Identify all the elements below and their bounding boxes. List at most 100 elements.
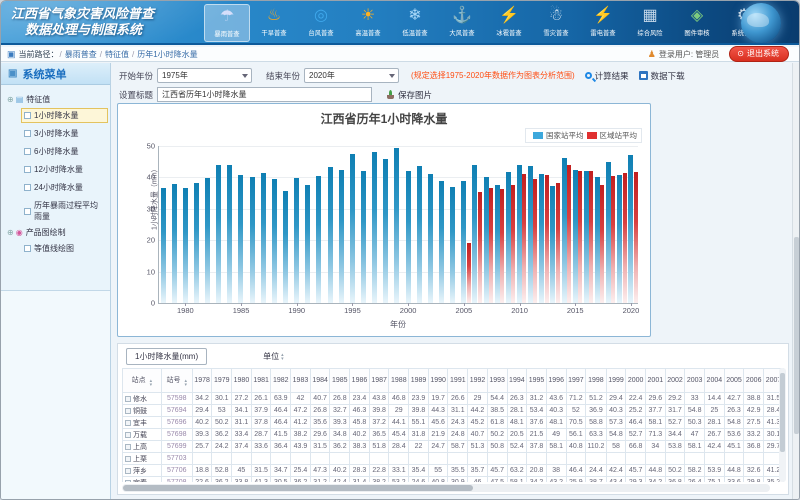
row-select-icon[interactable] xyxy=(125,468,131,474)
col-year[interactable]: 1981 xyxy=(251,369,271,393)
col-year[interactable]: 2003 xyxy=(685,369,705,393)
station-name-cell[interactable]: 万载 xyxy=(123,429,162,441)
row-select-icon[interactable] xyxy=(125,420,131,426)
col-year[interactable]: 1990 xyxy=(428,369,448,393)
col-year[interactable]: 1980 xyxy=(232,369,252,393)
table-row[interactable]: 万载5769839.336.233.428.741.538.229.634.84… xyxy=(123,429,784,441)
expand-icon[interactable]: ⊕ xyxy=(7,228,14,237)
table-row[interactable]: 宜丰5769640.250.231.137.846.441.235.639.34… xyxy=(123,417,784,429)
station-name-cell[interactable]: 上栗 xyxy=(123,453,162,465)
chart-title-input[interactable] xyxy=(157,87,372,102)
col-year[interactable]: 1992 xyxy=(468,369,488,393)
col-year[interactable]: 2006 xyxy=(744,369,764,393)
logout-button[interactable]: ⊙ 退出系统 xyxy=(729,46,789,62)
tree-item[interactable]: 等值线绘图 xyxy=(21,241,108,256)
table-row[interactable]: 上栗57703 xyxy=(123,453,784,465)
toolbar-item-high-temp[interactable]: ☀高温普查 xyxy=(345,4,391,42)
breadcrumb-item[interactable]: 暴雨普查 xyxy=(65,50,97,59)
value-cell: 28.3 xyxy=(350,465,370,477)
col-year[interactable]: 1984 xyxy=(310,369,330,393)
col-year[interactable]: 1998 xyxy=(586,369,606,393)
col-year[interactable]: 1995 xyxy=(527,369,547,393)
data-table[interactable]: 站点 ▴▾站号 ▴▾197819791980198119821983198419… xyxy=(122,368,784,482)
download-button[interactable]: 数据下载 xyxy=(639,70,685,82)
tree-parent-1[interactable]: ⊕◉产品图绘制 xyxy=(7,227,108,238)
col-year[interactable]: 2001 xyxy=(645,369,665,393)
col-year[interactable]: 1991 xyxy=(448,369,468,393)
breadcrumb-item[interactable]: 历年1小时降水量 xyxy=(137,50,197,59)
tree-parent-0[interactable]: ⊕▤特征值 xyxy=(7,94,108,105)
col-year[interactable]: 2002 xyxy=(665,369,685,393)
toolbar-item-low-temp[interactable]: ❄低温普查 xyxy=(392,4,438,42)
row-select-icon[interactable] xyxy=(125,444,131,450)
tree-item[interactable]: 1小时降水量 xyxy=(21,108,108,123)
col-year[interactable]: 1994 xyxy=(507,369,527,393)
save-image-button[interactable]: 保存图片 xyxy=(386,89,432,101)
row-select-icon[interactable] xyxy=(125,432,131,438)
table-vscroll-thumb[interactable] xyxy=(780,373,785,453)
start-year-select[interactable]: 1975年 xyxy=(157,68,252,83)
station-name-cell[interactable]: 宜丰 xyxy=(123,417,162,429)
row-select-icon[interactable] xyxy=(125,408,131,414)
breadcrumb-item[interactable]: 特征值 xyxy=(105,50,129,59)
toolbar-item-hail[interactable]: ⚡冰雹普查 xyxy=(486,4,532,42)
col-year[interactable]: 1978 xyxy=(192,369,212,393)
horizontal-scrollbar[interactable] xyxy=(122,484,770,492)
col-station-id[interactable]: 站号 ▴▾ xyxy=(161,369,192,393)
station-name-cell[interactable]: 修水 xyxy=(123,393,162,405)
table-row[interactable]: 萍乡5770618.852.84531.534.725.447.340.228.… xyxy=(123,465,784,477)
col-year[interactable]: 1997 xyxy=(566,369,586,393)
col-year[interactable]: 1988 xyxy=(389,369,409,393)
station-name-cell[interactable]: 宜春 xyxy=(123,477,162,483)
col-year[interactable]: 1999 xyxy=(606,369,626,393)
col-year[interactable]: 1979 xyxy=(212,369,232,393)
window-vscroll-thumb[interactable] xyxy=(794,237,799,433)
tree-item[interactable]: 3小时降水量 xyxy=(21,126,108,141)
table-row[interactable]: 宜春5770822.636.233.841.330.536.231.242.43… xyxy=(123,477,784,483)
sort-icon[interactable]: ▴▾ xyxy=(184,379,187,387)
calc-button[interactable]: 计算结果 xyxy=(585,70,629,82)
table-row[interactable]: 上高5769925.724.237.433.636.443.931.536.23… xyxy=(123,441,784,453)
table-row[interactable]: 修水5759834.230.127.226.163.94240.726.823.… xyxy=(123,393,784,405)
toolbar-item-lightning[interactable]: ⚡雷电普查 xyxy=(580,4,626,42)
col-year[interactable]: 1996 xyxy=(546,369,566,393)
toolbar-item-drought[interactable]: ♨干旱普查 xyxy=(251,4,297,42)
row-select-icon[interactable] xyxy=(125,396,131,402)
col-year[interactable]: 1983 xyxy=(291,369,311,393)
toolbar-item-composite-risk[interactable]: ▦综合风险 xyxy=(627,4,673,42)
tree-item[interactable]: 12小时降水量 xyxy=(21,162,108,177)
table-row[interactable]: 铜鼓5769429.45334.137.946.447.226.832.746.… xyxy=(123,405,784,417)
toolbar-item-gale[interactable]: ⚓大风普查 xyxy=(439,4,485,42)
unit-dropdown[interactable]: 单位 ▴▾ xyxy=(263,351,284,362)
station-name-cell[interactable]: 上高 xyxy=(123,441,162,453)
window-vertical-scrollbar[interactable] xyxy=(792,63,799,499)
col-year[interactable]: 1993 xyxy=(487,369,507,393)
col-year[interactable]: 1989 xyxy=(409,369,429,393)
hscroll-thumb[interactable] xyxy=(123,485,473,491)
col-year[interactable]: 2005 xyxy=(724,369,744,393)
col-year[interactable]: 1985 xyxy=(330,369,350,393)
col-year[interactable]: 2000 xyxy=(626,369,646,393)
end-year-select[interactable]: 2020年 xyxy=(304,68,399,83)
row-select-icon[interactable] xyxy=(125,456,131,462)
toolbar-item-map-review[interactable]: ◈图件审核 xyxy=(674,4,720,42)
station-name-cell[interactable]: 萍乡 xyxy=(123,465,162,477)
row-select-icon[interactable] xyxy=(125,480,131,482)
tree-item[interactable]: 6小时降水量 xyxy=(21,144,108,159)
col-year[interactable]: 2004 xyxy=(705,369,725,393)
col-year[interactable]: 1986 xyxy=(350,369,370,393)
expand-icon[interactable]: ⊕ xyxy=(7,95,14,104)
col-year[interactable]: 1982 xyxy=(271,369,291,393)
sort-icon[interactable]: ▴▾ xyxy=(150,379,153,387)
toolbar-item-rainstorm[interactable]: ☂暴雨普查 xyxy=(204,4,250,42)
composite-risk-icon: ▦ xyxy=(642,4,657,28)
station-name-cell[interactable]: 铜鼓 xyxy=(123,405,162,417)
tree-item[interactable]: 24小时降水量 xyxy=(21,180,108,195)
tree-item[interactable]: 历年暴雨过程平均雨量 xyxy=(21,198,108,224)
col-year[interactable]: 1987 xyxy=(369,369,389,393)
table-vertical-scrollbar[interactable] xyxy=(779,368,786,482)
toolbar-item-typhoon[interactable]: ◎台风普查 xyxy=(298,4,344,42)
col-station[interactable]: 站点 ▴▾ xyxy=(123,369,162,393)
toolbar-item-snow[interactable]: ☃雪灾普查 xyxy=(533,4,579,42)
data-table-wrap[interactable]: 站点 ▴▾站号 ▴▾197819791980198119821983198419… xyxy=(122,368,784,482)
